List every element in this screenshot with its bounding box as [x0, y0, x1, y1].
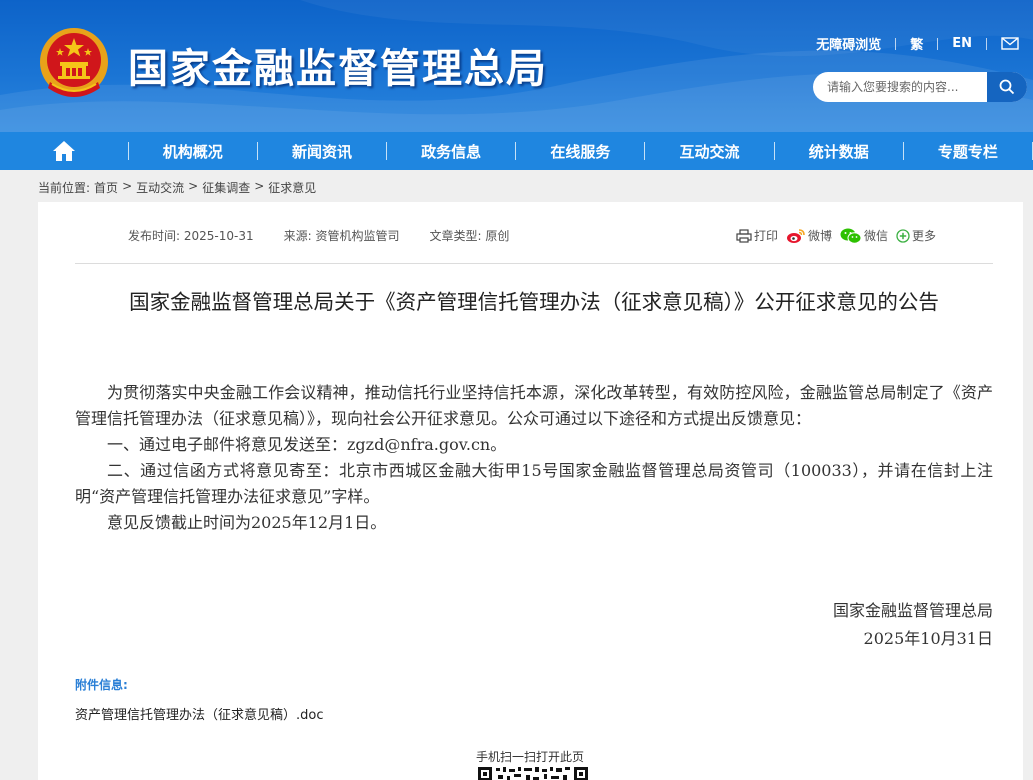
article-body: 为贯彻落实中央金融工作会议精神，推动信托行业坚持信托本源，深化改革转型，有效防控… — [75, 380, 993, 536]
article-paragraph: 二、通过信函方式将意见寄至：北京市西城区金融大街甲15号国家金融监督管理总局资管… — [75, 461, 993, 506]
signature-org: 国家金融监督管理总局 — [832, 601, 993, 620]
print-button[interactable]: 打印 — [736, 227, 778, 244]
more-share-button[interactable]: 更多 — [896, 227, 936, 244]
home-icon — [52, 141, 75, 161]
weibo-share-button[interactable]: 微博 — [786, 227, 832, 244]
article-paragraph: 为贯彻落实中央金融工作会议精神，推动信托行业坚持信托本源，深化改革转型，有效防控… — [75, 383, 993, 428]
nav-item-special-topics[interactable]: 专题专栏 — [904, 132, 1032, 170]
wechat-share-button[interactable]: 微信 — [840, 227, 888, 244]
print-label: 打印 — [754, 229, 779, 243]
national-emblem-icon — [40, 28, 108, 97]
nav-item-statistics[interactable]: 统计数据 — [775, 132, 903, 170]
article-meta: 发布时间: 2025-10-31 来源: 资管机构监管司 文章类型: 原创 — [128, 227, 539, 244]
breadcrumb-label: 当前位置: — [38, 181, 91, 195]
nav-item-interaction[interactable]: 互动交流 — [645, 132, 773, 170]
article-paragraph: 意见反馈截止时间为2025年12月1日。 — [107, 513, 387, 532]
article-title: 国家金融监督管理总局关于《资产管理信托管理办法（征求意见稿）》公开征求意见的公告 — [129, 290, 939, 314]
nav-home[interactable] — [0, 132, 128, 170]
nav-item-government-info[interactable]: 政务信息 — [387, 132, 515, 170]
divider — [986, 37, 987, 50]
search-input[interactable] — [813, 72, 987, 102]
share-bar: 打印 微博 微信 更多 — [736, 227, 944, 244]
breadcrumb-interaction[interactable]: 互动交流 — [136, 179, 184, 196]
english-link[interactable]: EN — [952, 36, 972, 51]
attachment-heading: 附件信息: — [75, 678, 128, 692]
meta-divider — [75, 263, 993, 264]
article-paragraph: 一、通过电子邮件将意见发送至：zgzd@nfra.gov.cn。 — [107, 435, 507, 454]
accessibility-link[interactable]: 无障碍浏览 — [816, 34, 881, 53]
search-icon — [999, 79, 1015, 95]
breadcrumb-survey[interactable]: 征集调查 — [202, 179, 250, 196]
wechat-label: 微信 — [864, 229, 889, 243]
site-title[interactable]: 国家金融监督管理总局 — [128, 36, 548, 94]
breadcrumb-separator: > — [122, 179, 133, 193]
attachment-file-link[interactable]: 资产管理信托管理办法（征求意见稿）.doc — [75, 704, 324, 723]
divider — [895, 37, 897, 50]
article-type: 文章类型: 原创 — [429, 229, 510, 243]
publish-date: 发布时间: 2025-10-31 — [128, 229, 254, 243]
main-nav: 机构概况 新闻资讯 政务信息 在线服务 互动交流 统计数据 专题专栏 — [0, 132, 1033, 170]
nav-item-online-service[interactable]: 在线服务 — [516, 132, 644, 170]
qr-label: 手机扫一扫打开此页 — [476, 750, 585, 764]
breadcrumb-separator: > — [254, 179, 265, 193]
nav-item-news[interactable]: 新闻资讯 — [258, 132, 386, 170]
search-button[interactable] — [987, 72, 1027, 102]
printer-icon — [736, 228, 752, 243]
mail-icon[interactable] — [1001, 37, 1019, 50]
more-label: 更多 — [912, 229, 937, 243]
wechat-icon — [840, 228, 862, 244]
site-header: 国家金融监督管理总局 无障碍浏览 繁 EN — [0, 0, 1033, 132]
search-box — [813, 72, 1027, 102]
breadcrumb-separator: > — [188, 179, 199, 193]
qr-code-icon — [478, 767, 588, 780]
weibo-label: 微博 — [808, 229, 833, 243]
article-source: 来源: 资管机构监管司 — [283, 229, 400, 243]
article-signature: 国家金融监督管理总局 2025年10月31日 — [833, 597, 993, 653]
traditional-chinese-link[interactable]: 繁 — [910, 34, 923, 53]
signature-date: 2025年10月31日 — [863, 629, 993, 648]
divider — [937, 37, 939, 50]
top-links: 无障碍浏览 繁 EN — [816, 34, 1019, 53]
breadcrumb-home[interactable]: 首页 — [94, 179, 118, 196]
plus-circle-icon — [896, 228, 910, 243]
breadcrumb-solicitation[interactable]: 征求意见 — [268, 179, 316, 196]
nav-item-about[interactable]: 机构概况 — [129, 132, 257, 170]
breadcrumb: 当前位置: 首页 > 互动交流 > 征集调查 > 征求意见 — [38, 179, 320, 196]
weibo-icon — [787, 228, 805, 243]
